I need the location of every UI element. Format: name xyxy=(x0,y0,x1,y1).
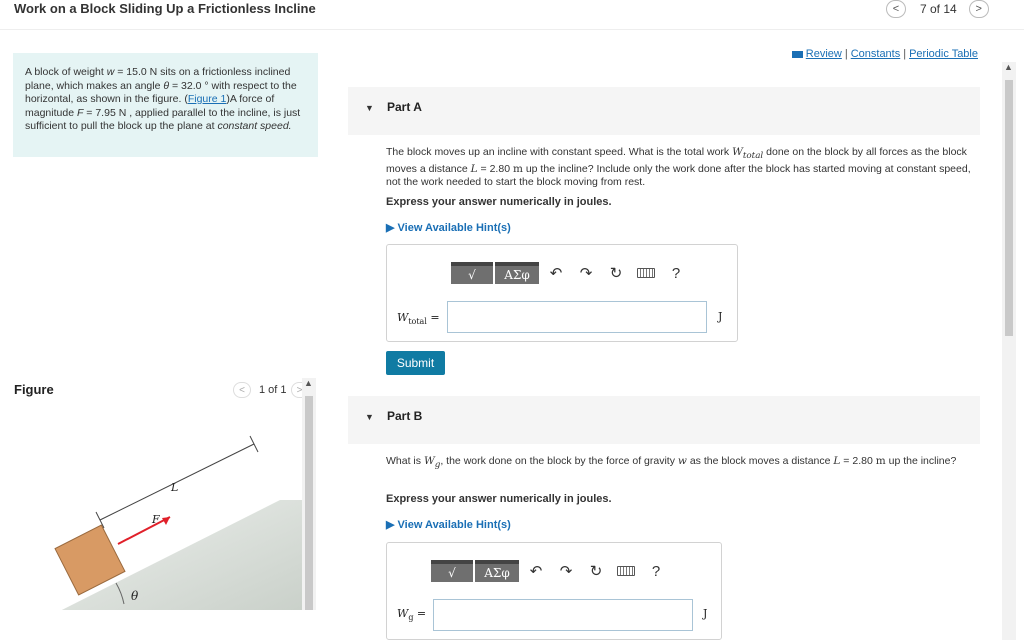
templates-icon: √ xyxy=(468,268,476,282)
part-a-instructions: Express your answer numerically in joule… xyxy=(386,196,612,208)
part-a-answer-input[interactable] xyxy=(447,301,707,333)
unit-text: m xyxy=(875,455,886,467)
part-a-question: The block moves up an incline with const… xyxy=(386,146,976,189)
distance-tick-right xyxy=(249,435,259,453)
page-title: Work on a Block Sliding Up a Frictionles… xyxy=(14,1,316,16)
part-a-header[interactable]: ▼ Part A xyxy=(348,87,980,135)
math-toolbar: √ ΑΣφ ↶ ↷ ↻ ? xyxy=(431,560,671,582)
answer-variable-label: Wg = xyxy=(397,607,426,622)
scrollbar-thumb[interactable] xyxy=(1005,80,1013,336)
part-a-answer-box: √ ΑΣφ ↶ ↷ ↻ ? Wtotal = J xyxy=(386,244,738,342)
link-separator: | xyxy=(844,48,848,60)
keyboard-icon[interactable] xyxy=(637,268,655,278)
reset-icon[interactable]: ↻ xyxy=(601,264,631,282)
scrollbar-thumb[interactable] xyxy=(305,396,313,610)
answer-variable-label: Wtotal = xyxy=(397,311,440,326)
question-text: The block moves up an incline with const… xyxy=(386,146,733,158)
submit-button[interactable]: Submit xyxy=(386,351,445,375)
undo-icon[interactable]: ↶ xyxy=(541,264,571,282)
question-text: = 2.80 xyxy=(477,163,513,176)
figure-link[interactable]: Figure 1 xyxy=(188,93,227,105)
part-b-answer-box: √ ΑΣφ ↶ ↷ ↻ ? Wg = J xyxy=(386,542,722,640)
caret-right-icon: ▶ xyxy=(386,222,398,234)
question-text: as the block moves a distance xyxy=(686,455,834,467)
label-F: F xyxy=(151,513,160,526)
review-link[interactable]: Review xyxy=(806,48,842,60)
math-toolbar: √ ΑΣφ ↶ ↷ ↻ ? xyxy=(451,262,691,284)
help-icon[interactable]: ? xyxy=(641,563,671,580)
question-text: , the work done on the block by the forc… xyxy=(440,455,678,467)
var-subscript: total xyxy=(408,317,427,327)
link-separator: | xyxy=(903,48,907,60)
next-item-button[interactable]: > xyxy=(968,0,989,18)
problem-text-italic: constant speed. xyxy=(217,120,292,132)
part-b-hints-toggle[interactable]: ▶ View Available Hint(s) xyxy=(386,518,511,531)
app-header: Work on a Block Sliding Up a Frictionles… xyxy=(0,0,1024,18)
chevron-left-icon: < xyxy=(892,3,900,15)
chevron-up-icon: ▲ xyxy=(304,378,313,388)
templates-button[interactable]: √ xyxy=(451,262,493,284)
question-text: = 2.80 xyxy=(840,455,876,467)
var-symbol: W xyxy=(397,607,409,620)
answer-unit: J xyxy=(703,607,708,620)
var-subscript: total xyxy=(742,151,764,162)
main-scrollbar[interactable]: ▲ xyxy=(1002,62,1016,640)
part-b-question: What is Wg, the work done on the block b… xyxy=(386,455,976,472)
question-panel: Review | Constants | Periodic Table ▼ Part A… xyxy=(330,30,1024,640)
caret-right-icon: ▶ xyxy=(386,519,398,531)
templates-icon: √ xyxy=(448,566,456,580)
chevron-right-icon: > xyxy=(975,3,982,15)
reset-icon[interactable]: ↻ xyxy=(581,562,611,580)
unit-text: m xyxy=(512,163,523,176)
part-b-answer-input[interactable] xyxy=(433,599,693,631)
problem-text: = 15.0 xyxy=(114,66,150,78)
force-arrow xyxy=(117,516,171,545)
pager-text: 7 of 14 xyxy=(920,2,957,16)
part-b-header[interactable]: ▼ Part B xyxy=(348,396,980,444)
part-a-hints-toggle[interactable]: ▶ View Available Hint(s) xyxy=(386,221,511,234)
part-b-instructions: Express your answer numerically in joule… xyxy=(386,493,612,505)
item-pager: < 7 of 14 > xyxy=(886,0,989,18)
symbols-button[interactable]: ΑΣφ xyxy=(495,262,539,284)
constants-link[interactable]: Constants xyxy=(851,48,901,60)
problem-text: = 7.95 xyxy=(83,106,119,119)
chevron-up-icon: ▲ xyxy=(1004,62,1013,72)
periodic-table-link[interactable]: Periodic Table xyxy=(909,48,978,60)
symbols-button[interactable]: ΑΣφ xyxy=(475,560,519,582)
redo-icon[interactable]: ↷ xyxy=(571,264,601,282)
var-symbol: W xyxy=(423,455,435,467)
hints-label: View Available Hint(s) xyxy=(397,519,511,531)
undo-icon[interactable]: ↶ xyxy=(521,562,551,580)
question-text: up the incline? xyxy=(885,455,957,467)
question-text: What is xyxy=(386,455,424,467)
var-symbol: W xyxy=(397,311,409,324)
symbols-icon: ΑΣφ xyxy=(484,566,510,580)
hints-label: View Available Hint(s) xyxy=(397,222,511,234)
part-a-label: Part A xyxy=(387,100,422,114)
var-symbol: w xyxy=(677,455,687,467)
redo-icon[interactable]: ↷ xyxy=(551,562,581,580)
figure-scrollbar[interactable]: ▲ xyxy=(302,378,316,610)
label-theta: θ xyxy=(131,589,139,603)
help-icon[interactable]: ? xyxy=(661,265,691,282)
var-symbol: L xyxy=(470,163,478,176)
caret-down-icon: ▼ xyxy=(365,103,374,113)
answer-unit: J xyxy=(718,310,723,323)
book-icon xyxy=(791,50,803,58)
resource-links: Review | Constants | Periodic Table xyxy=(791,48,978,60)
problem-statement: A block of weight w = 15.0 N sits on a f… xyxy=(13,53,318,157)
problem-text: A block of weight xyxy=(25,66,107,78)
keyboard-icon[interactable] xyxy=(617,566,635,576)
incline-figure: L F θ xyxy=(54,435,304,610)
var-symbol: W xyxy=(732,146,743,158)
equals-sign: = xyxy=(413,607,427,620)
part-b-label: Part B xyxy=(387,409,423,423)
prev-item-button[interactable]: < xyxy=(886,0,906,18)
templates-button[interactable]: √ xyxy=(431,560,473,582)
caret-down-icon: ▼ xyxy=(365,412,374,422)
label-L: L xyxy=(170,481,178,494)
symbols-icon: ΑΣφ xyxy=(504,268,530,282)
equals-sign: = xyxy=(426,311,440,324)
